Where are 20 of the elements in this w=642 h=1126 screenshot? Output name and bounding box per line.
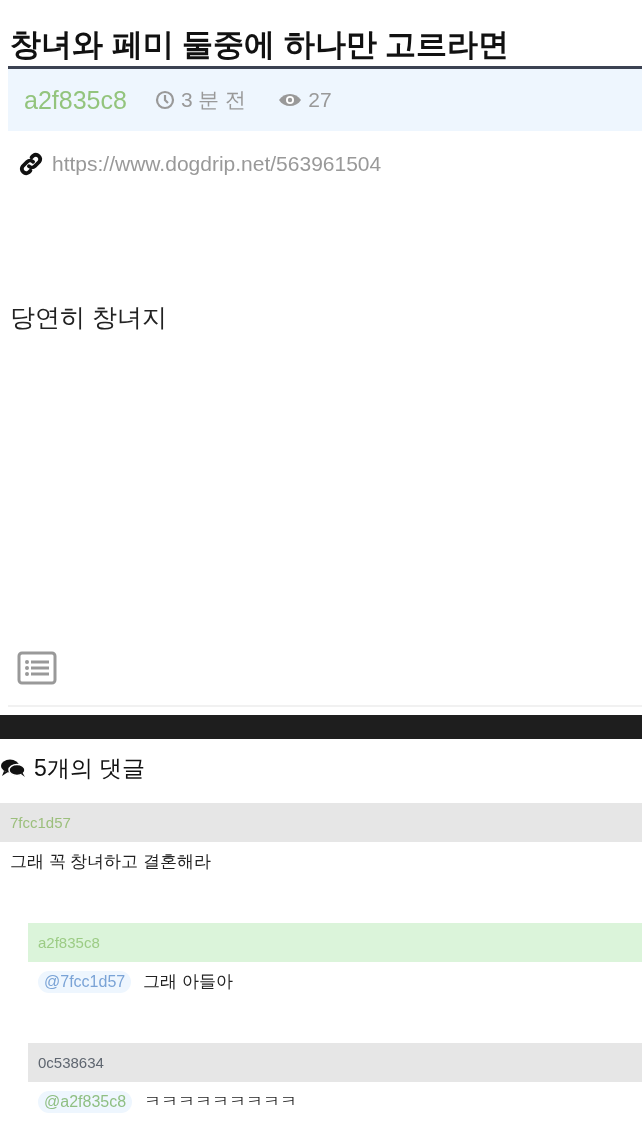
post-time: 3 분 전 [180,87,247,113]
comment-text: 그래 아들아 [143,971,233,993]
comment-author[interactable]: 7fcc1d57 [10,814,71,831]
comment-text: 그래 꼭 창녀하고 결혼해라 [10,851,212,873]
eye-icon [278,92,303,108]
mention-tag[interactable]: @7fcc1d57 [38,970,132,993]
post-link[interactable]: https://www.dogdrip.net/563961504 [52,152,382,176]
chat-bubbles-icon [0,758,26,778]
comment-author[interactable]: 0c538634 [38,1054,104,1071]
view-count: 27 [308,88,332,112]
link-icon [18,151,44,177]
comment-author[interactable]: a2f835c8 [38,934,100,951]
comments-count: 5개의 댓글 [34,753,146,783]
author-name[interactable]: a2f835c8 [24,85,127,115]
comment-text: ㅋㅋㅋㅋㅋㅋㅋㅋㅋ [144,1091,298,1113]
post-body: 당연히 창녀지 [9,302,168,333]
mention-tag[interactable]: @a2f835c8 [38,1090,133,1113]
clock-icon [154,90,175,110]
post-title: 창녀와 페미 둘중에 하나만 고르라면 [9,26,511,64]
list-icon[interactable] [17,651,57,685]
